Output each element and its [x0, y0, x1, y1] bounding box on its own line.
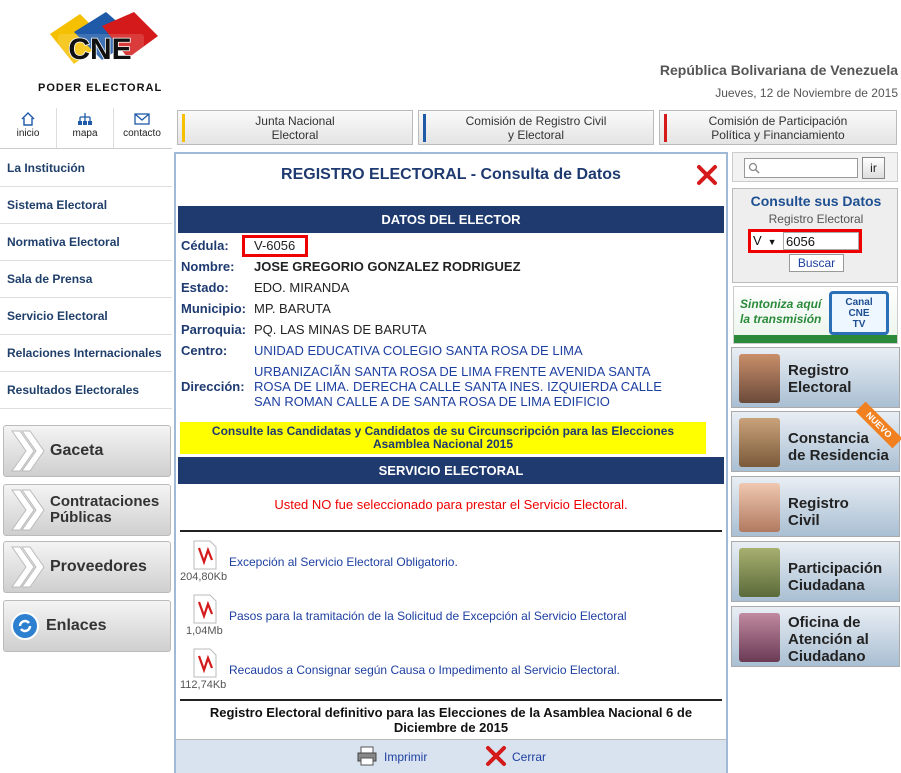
printer-icon[interactable] [357, 746, 377, 766]
dialog-title: REGISTRO ELECTORAL - Consulta de Datos [281, 166, 621, 183]
sidebar-item-institucion[interactable]: La Institución [0, 150, 172, 187]
sitemap-link[interactable]: mapa [57, 108, 113, 148]
cne-tv-banner[interactable]: Sintoniza aquí la transmisión Canal CNE TV [733, 286, 898, 344]
cedula-input[interactable]: 6056 [783, 232, 859, 250]
link-icon [11, 612, 39, 640]
centro-label: Centro: [181, 343, 228, 358]
gaceta-button[interactable]: Gaceta [3, 425, 171, 477]
service-status: Usted NO fue seleccionado para prestar e… [274, 497, 628, 512]
buscar-button[interactable]: Buscar [789, 254, 844, 272]
home-icon [21, 112, 35, 126]
final-registry-note: Registro Electoral definitivo para las E… [209, 705, 693, 735]
sitemap-label: mapa [72, 128, 98, 139]
oficina-atencion-button[interactable]: Oficina de Atención al Ciudadano [731, 606, 900, 667]
person-photo-icon [739, 354, 780, 403]
sidebar-item-relaciones[interactable]: Relaciones Internacionales [0, 335, 172, 372]
pdf-icon[interactable] [192, 594, 218, 624]
close-icon[interactable] [696, 164, 718, 186]
mail-icon [134, 113, 150, 125]
cedula-search-field: V ▼ 6056 [748, 229, 862, 253]
home-label: inicio [16, 128, 40, 139]
file-size: 112,74Kb [180, 679, 227, 691]
proveedores-button[interactable]: Proveedores [3, 541, 171, 593]
document-link[interactable]: Pasos para la tramitación de la Solicitu… [229, 609, 627, 623]
nationality-select[interactable]: V ▼ [753, 233, 783, 250]
direccion-label: Dirección: [181, 379, 245, 394]
chevron-right-icon [11, 546, 45, 588]
consulte-title: Consulte sus Datos [750, 193, 882, 209]
municipio-value: MP. BARUTA [254, 301, 331, 316]
elector-header: DATOS DEL ELECTOR [178, 206, 724, 233]
nombre-label: Nombre: [181, 259, 235, 274]
comision-participacion-button[interactable]: Comisión de Participación Política y Fin… [659, 110, 897, 145]
contrataciones-button[interactable]: Contrataciones Públicas [3, 484, 171, 536]
republic-title: República Bolivariana de Venezuela [659, 62, 898, 78]
dialog-footer: Imprimir Cerrar [176, 739, 726, 773]
contact-label: contacto [123, 128, 161, 139]
current-date: Jueves, 12 de Noviembre de 2015 [715, 86, 898, 100]
search-button[interactable]: ir [862, 157, 885, 179]
nombre-value: JOSE GREGORIO GONZALEZ RODRIGUEZ [254, 259, 521, 274]
logo-subtitle: PODER ELECTORAL [38, 82, 163, 94]
parroquia-value: PQ. LAS MINAS DE BARUTA [254, 322, 427, 337]
participacion-ciudadana-button[interactable]: Participación Ciudadana [731, 541, 900, 602]
home-link[interactable]: inicio [0, 108, 56, 148]
constancia-residencia-button[interactable]: Constancia de Residencia NUEVO [731, 401, 901, 472]
sidebar-item-sistema[interactable]: Sistema Electoral [0, 187, 172, 224]
consulta-dialog: REGISTRO ELECTORAL - Consulta de Datos D… [174, 152, 728, 773]
direccion-value: URBANIZACIÃN SANTA ROSA DE LIMA FRENTE A… [254, 364, 662, 409]
tv-icon: Canal CNE TV [829, 291, 889, 335]
pdf-icon[interactable] [192, 648, 218, 678]
cedula-label: Cédula: [181, 238, 229, 253]
baby-photo-icon [739, 483, 780, 532]
parroquia-label: Parroquia: [181, 322, 247, 337]
comision-registro-button[interactable]: Comisión de Registro Civil y Electoral [418, 110, 654, 145]
office-photo-icon [739, 613, 780, 662]
pdf-icon[interactable] [192, 540, 218, 570]
house-photo-icon [739, 418, 780, 467]
servicio-header: SERVICIO ELECTORAL [178, 457, 724, 484]
search-icon [748, 162, 760, 174]
candidates-link[interactable]: Consulte las Candidatas y Candidatos de … [180, 422, 706, 454]
document-link[interactable]: Excepción al Servicio Electoral Obligato… [229, 555, 458, 569]
sidebar-item-resultados[interactable]: Resultados Electorales [0, 372, 172, 409]
chevron-right-icon [11, 489, 45, 531]
estado-value: EDO. MIRANDA [254, 280, 350, 295]
registro-civil-button[interactable]: Registro Civil [731, 476, 900, 537]
search-input[interactable] [744, 158, 858, 178]
print-button[interactable]: Imprimir [384, 750, 427, 764]
contact-link[interactable]: contacto [114, 108, 170, 148]
sitemap-icon [78, 113, 92, 125]
estado-label: Estado: [181, 280, 229, 295]
junta-nacional-button[interactable]: Junta Nacional Electoral [177, 110, 413, 145]
consulte-subtitle: Registro Electoral [768, 212, 864, 226]
chevron-right-icon [11, 430, 45, 472]
consulte-panel: Consulte sus Datos Registro Electoral V ▼… [732, 188, 898, 283]
centro-value: UNIDAD EDUCATIVA COLEGIO SANTA ROSA DE L… [254, 343, 583, 358]
document-link[interactable]: Recaudos a Consignar según Causa o Imped… [229, 663, 620, 677]
close-icon[interactable] [485, 745, 507, 767]
enlaces-button[interactable]: Enlaces [3, 600, 171, 652]
file-size: 1,04Mb [186, 625, 223, 637]
sidebar-item-normativa[interactable]: Normativa Electoral [0, 224, 172, 261]
file-size: 204,80Kb [180, 571, 228, 583]
cedula-value: V-6056 [254, 238, 296, 253]
municipio-label: Municipio: [181, 301, 246, 316]
sidebar-item-prensa[interactable]: Sala de Prensa [0, 261, 172, 298]
svg-text:CNE: CNE [68, 33, 131, 66]
registro-electoral-button[interactable]: Registro Electoral [731, 347, 900, 408]
sidebar-item-servicio[interactable]: Servicio Electoral [0, 298, 172, 335]
crowd-photo-icon [739, 548, 780, 597]
close-button[interactable]: Cerrar [512, 750, 546, 764]
